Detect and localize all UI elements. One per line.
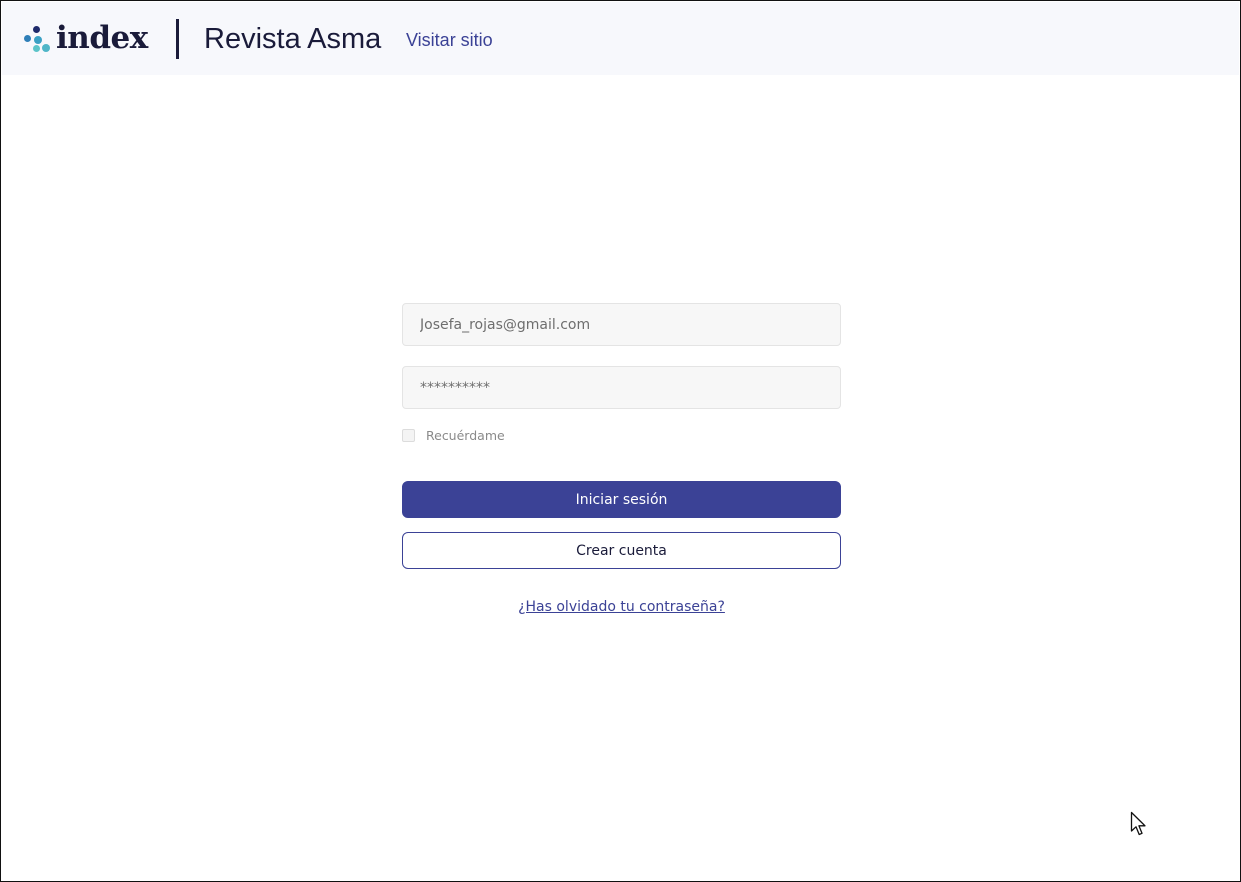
logo-text: index (56, 20, 148, 56)
forgot-password-link[interactable]: ¿Has olvidado tu contraseña? (402, 599, 841, 615)
top-header: index Revista Asma Visitar sitio (2, 2, 1239, 75)
header-divider (176, 19, 179, 59)
journal-title: Revista Asma (204, 23, 382, 55)
index-logo-dots-icon (22, 22, 52, 54)
login-button[interactable]: Iniciar sesión (402, 481, 841, 518)
remember-me-option[interactable]: Recuérdame (402, 427, 505, 443)
index-logo[interactable]: index (22, 20, 148, 56)
email-field[interactable] (402, 303, 841, 346)
app-window: index Revista Asma Visitar sitio Recuérd… (0, 0, 1241, 882)
remember-me-label: Recuérdame (426, 427, 505, 443)
create-account-button[interactable]: Crear cuenta (402, 532, 841, 569)
remember-me-checkbox[interactable] (402, 428, 415, 442)
mouse-pointer-icon (1130, 811, 1146, 836)
visit-site-link[interactable]: Visitar sitio (406, 28, 493, 52)
password-field[interactable] (402, 366, 841, 409)
